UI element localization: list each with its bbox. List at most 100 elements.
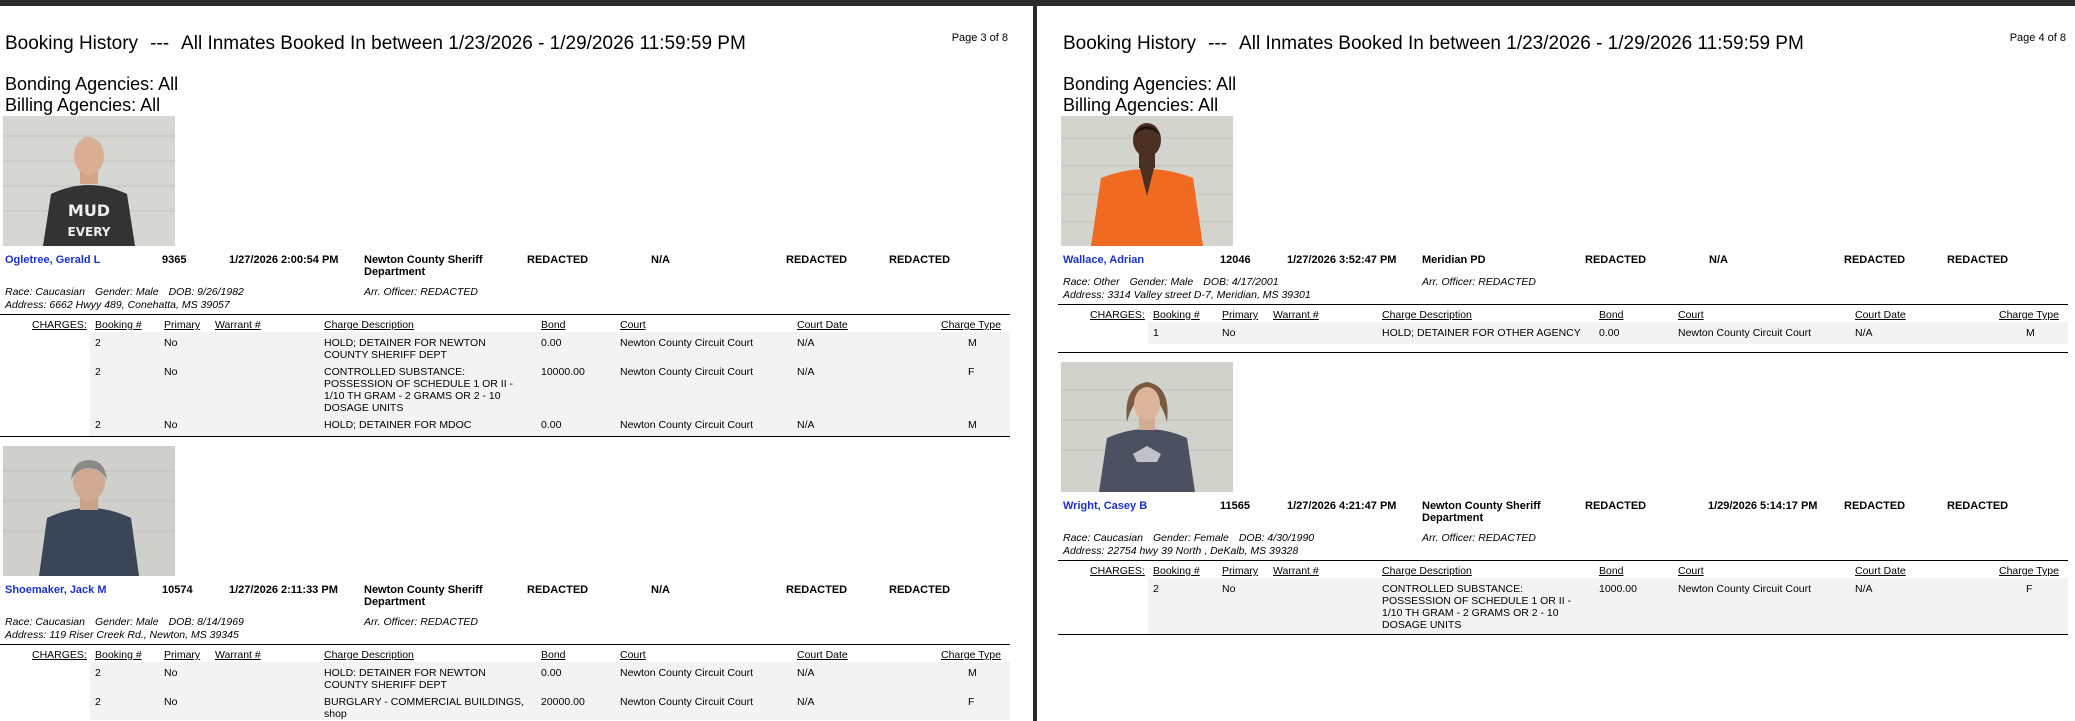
col-description: Charge Description [324,319,414,331]
inmate-name-link[interactable]: Shoemaker, Jack M [5,584,107,596]
inmate-name-link[interactable]: Wallace, Adrian [1063,254,1144,266]
charge-booking: 2 [1153,583,1159,595]
mugshot-photo: MUD EVERY [3,116,175,246]
release-date: N/A [1709,254,1728,266]
col-court-date: Court Date [1855,309,1906,321]
report-title: Booking History --- All Inmates Booked In … [1063,33,1804,55]
title-separator: --- [1208,33,1228,54]
col-description: Charge Description [1382,565,1472,577]
field-redacted: REDACTED [1844,254,1906,266]
divider [1058,352,2068,353]
gender: Gender: Male [94,616,159,628]
arr-officer: Arr. Officer: REDACTED [364,286,478,298]
booking-date: 1/27/2026 3:52:47 PM [1287,254,1397,266]
field-redacted: REDACTED [1844,500,1906,512]
charge-description: BURGLARY - COMMERCIAL BUILDINGS, shop [324,696,524,720]
charge-booking: 2 [95,667,101,679]
charge-booking: 2 [95,419,101,431]
divider [1058,634,2068,635]
charges-table: CHARGES: Booking # Primary Warrant # Cha… [0,315,1010,437]
charge-bond: 0.00 [541,337,562,349]
col-bond: Bond [541,649,566,661]
charge-bond: 0.00 [541,667,562,679]
charges-table: CHARGES: Booking # Primary Warrant # Cha… [0,645,1010,720]
address: Address: 22754 hwy 39 North , DeKalb, MS… [1063,545,1299,557]
race: Race: Caucasian [5,616,85,628]
charge-court: Newton County Circuit Court [620,667,754,679]
charge-primary: No [164,366,178,378]
col-warrant: Warrant # [215,649,261,661]
charge-row: 2 No HOLD: DETAINER FOR NEWTON COUNTY SH… [90,662,1010,691]
booking-date: 1/27/2026 4:21:47 PM [1287,500,1397,512]
col-court: Court [1678,565,1704,577]
charge-description: CONTROLLED SUBSTANCE: POSSESSION OF SCHE… [324,366,514,414]
charge-type: M [2026,327,2035,339]
inmate-record: Wallace, Adrian 12046 1/27/2026 3:52:47 … [1058,254,2068,353]
col-court-date: Court Date [1855,565,1906,577]
page-divider [1033,0,1037,721]
col-court-date: Court Date [797,649,848,661]
inmate-record: Wright, Casey B 11565 1/27/2026 4:21:47 … [1058,500,2068,635]
gender: Gender: Male [1129,276,1194,288]
col-booking: Booking # [1153,565,1200,577]
col-charge-type: Charge Type [941,649,1001,661]
charge-row: 2 No CONTROLLED SUBSTANCE: POSSESSION OF… [90,361,1010,414]
charge-court-date: N/A [797,366,815,378]
inmate-record: Shoemaker, Jack M 10574 1/27/2026 2:11:3… [0,584,1010,720]
booking-date: 1/27/2026 2:00:54 PM [229,254,339,266]
bonding-agencies: Bonding Agencies: All [5,74,179,94]
charge-court-date: N/A [1855,327,1873,339]
field-redacted: REDACTED [527,584,589,596]
col-primary: Primary [164,319,201,331]
charge-court: Newton County Circuit Court [620,419,754,431]
field-redacted: REDACTED [1947,500,2009,512]
col-bond: Bond [1599,309,1624,321]
col-primary: Primary [164,649,201,661]
col-primary: Primary [1222,565,1259,577]
charge-primary: No [164,419,178,431]
arr-officer: Arr. Officer: REDACTED [364,616,478,628]
address: Address: 119 Riser Creek Rd., Newton, MS… [5,629,239,641]
dob: DOB: 8/14/1969 [168,616,244,628]
field-redacted: REDACTED [1585,500,1647,512]
charge-type: F [968,366,975,378]
charges-label: CHARGES: [1090,565,1145,577]
inmate-name-link[interactable]: Wright, Casey B [1063,500,1147,512]
report-page-3: Booking History --- All Inmates Booked In … [0,6,1030,721]
gender: Gender: Female [1152,532,1229,544]
field-redacted: REDACTED [1947,254,2009,266]
col-charge-type: Charge Type [1999,309,2059,321]
svg-text:EVERY: EVERY [68,225,111,239]
col-booking: Booking # [95,649,142,661]
charge-court: Newton County Circuit Court [1678,583,1812,595]
inmate-name-link[interactable]: Ogletree, Gerald L [5,254,100,266]
col-description: Charge Description [1382,309,1472,321]
charge-type: M [968,419,977,431]
dob: DOB: 4/30/1990 [1238,532,1315,544]
charge-type: M [968,667,977,679]
booking-date: 1/27/2026 2:11:33 PM [229,584,338,596]
charge-bond: 0.00 [541,419,562,431]
charges-label: CHARGES: [32,319,87,331]
charges-label: CHARGES: [1090,309,1145,321]
col-court: Court [620,649,646,661]
charge-type: M [968,337,977,349]
charge-primary: No [1222,583,1236,595]
charge-description: HOLD; DETAINER FOR OTHER AGENCY [1382,327,1581,339]
charge-court-date: N/A [797,667,815,679]
col-court: Court [1678,309,1704,321]
field-redacted: REDACTED [786,254,848,266]
charge-description: HOLD: DETAINER FOR NEWTON COUNTY SHERIFF… [324,667,486,691]
col-court: Court [620,319,646,331]
charge-row: 2 No HOLD; DETAINER FOR NEWTON COUNTY SH… [90,332,1010,361]
col-charge-type: Charge Type [941,319,1001,331]
arr-officer: Arr. Officer: REDACTED [1422,532,1536,544]
field-redacted: REDACTED [889,584,951,596]
gender: Gender: Male [94,286,159,298]
address: Address: 6662 Hwyy 489, Conehatta, MS 39… [5,299,230,311]
charge-court-date: N/A [797,337,815,349]
report-page-4: Booking History --- All Inmates Booked In … [1058,6,2075,721]
race: Race: Other [1063,276,1120,288]
report-subtitle: All Inmates Booked In between 1/23/2026 … [1239,33,1804,54]
charge-primary: No [1222,327,1236,339]
